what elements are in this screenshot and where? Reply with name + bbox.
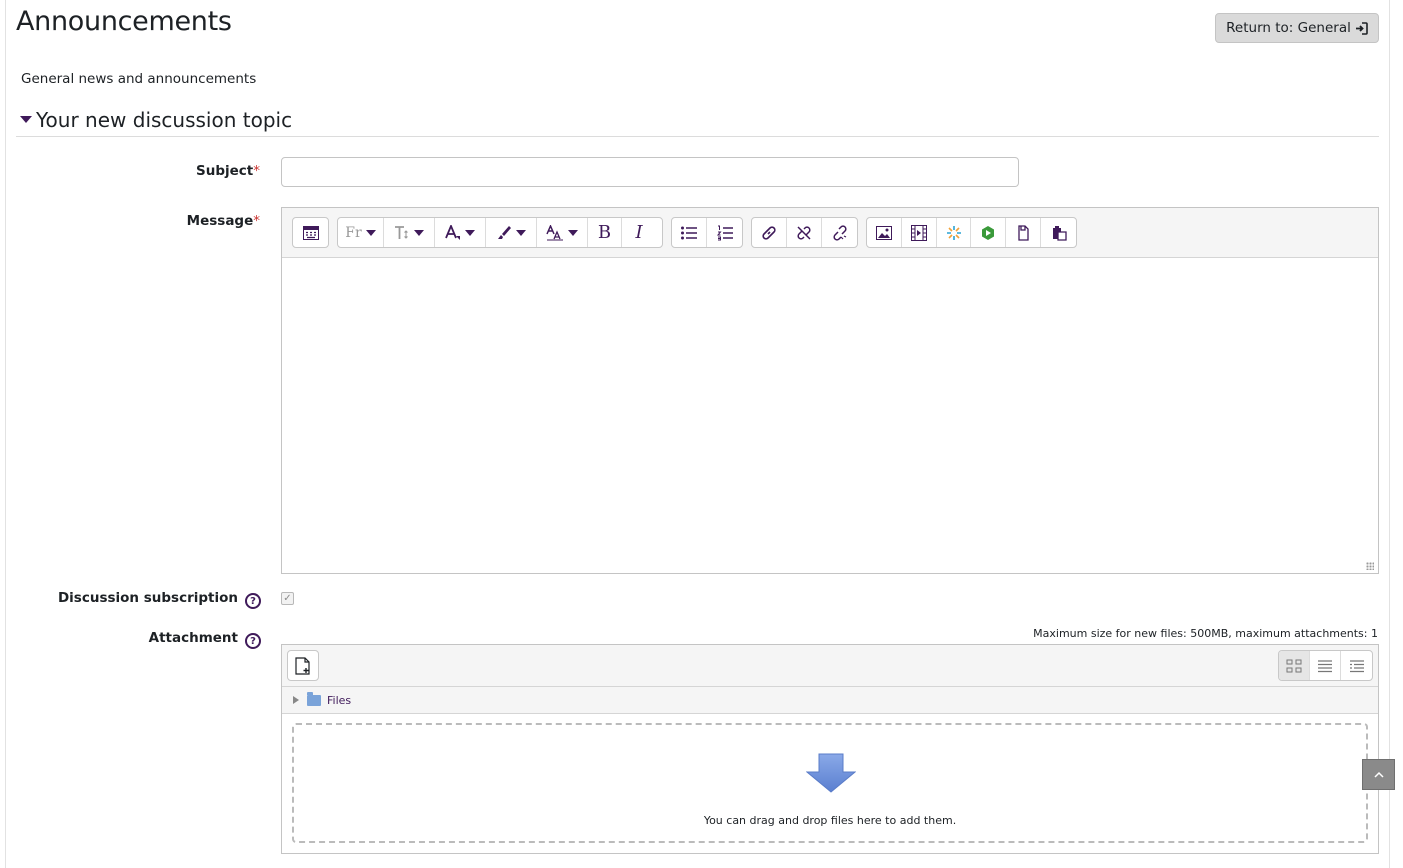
help-icon[interactable]: ? [245,633,261,649]
chevron-down-icon [465,229,475,236]
italic-button[interactable]: I [622,218,656,247]
subject-label: Subject* [160,163,260,179]
toolbar-group-links [751,217,858,248]
image-icon [875,225,892,240]
unlink-icon [797,225,811,240]
toolbar-group-collapse [292,217,329,248]
attachment-label: Attachment [148,630,238,646]
help-icon[interactable]: ? [245,593,261,609]
resize-handle[interactable] [1366,562,1374,570]
insert-image-button[interactable] [867,218,902,247]
file-manager-toolbar [282,645,1378,687]
copy-button[interactable] [1006,218,1042,247]
message-label-text: Message [186,213,254,229]
grid-icon [1286,659,1302,672]
insert-h5p-button[interactable] [937,218,972,247]
chevron-up-icon [1373,771,1384,778]
bold-icon: B [597,222,612,243]
film-icon [910,224,927,241]
expand-triangle-icon [293,696,299,704]
chevron-down-icon [516,229,526,236]
bullet-list-icon [681,226,697,239]
sign-in-icon [1355,21,1368,35]
view-tree-button[interactable] [1341,651,1372,680]
copy-icon [1018,224,1029,241]
message-editor[interactable]: Fr B I [281,207,1379,574]
caret-down-icon [20,116,32,123]
keyboard-icon [302,225,319,240]
toolbar-group-media [866,217,1077,248]
section-title: Your new discussion topic [36,107,293,132]
file-drop-zone[interactable]: You can drag and drop files here to add … [292,723,1368,843]
italic-icon: I [635,222,643,243]
required-marker: * [253,163,260,179]
subscription-checkbox[interactable]: ✓ [281,592,294,605]
subject-label-text: Subject [196,163,254,179]
chevron-down-icon [365,229,376,236]
add-file-button[interactable] [287,650,319,681]
editor-toolbar: Fr B I [282,208,1378,258]
list-icon [1318,659,1332,672]
subscription-label: Discussion subscription [57,590,238,606]
paste-button[interactable] [1041,218,1076,247]
font-family-icon: Fr [345,224,362,241]
view-mode-toggle [1278,650,1373,681]
link-button[interactable] [752,218,787,247]
numbered-list-icon [716,225,733,240]
section-header-toggle[interactable]: Your new discussion topic [16,103,1379,137]
arrow-down-icon [806,753,856,793]
drop-instructions: You can drag and drop files here to add … [703,814,957,827]
recordrtc-icon [982,225,995,240]
add-file-icon [295,656,310,675]
link-icon [762,225,776,240]
required-marker: * [253,213,260,229]
paragraph-style-icon [546,224,563,240]
insert-media-button[interactable] [902,218,937,247]
recordrtc-button[interactable] [971,218,1007,247]
paragraph-styles-dropdown[interactable] [537,218,588,247]
ordered-list-button[interactable] [707,218,742,247]
manage-files-button[interactable] [822,218,857,247]
bold-button[interactable]: B [588,218,622,247]
folder-label: Files [327,693,352,707]
tree-icon [1349,659,1364,672]
folder-icon [307,691,321,706]
file-path-bar[interactable]: Files [282,687,1378,714]
scroll-to-top-button[interactable] [1362,759,1395,790]
return-to-general-button[interactable]: Return to: General [1215,13,1379,43]
view-list-button[interactable] [1310,651,1341,680]
page-title: Announcements [16,6,232,37]
toolbar-group-lists [671,217,743,248]
sparkle-icon [946,225,961,240]
view-icons-button[interactable] [1279,651,1310,680]
toolbar-group-style: Fr B I [337,217,663,248]
font-family-dropdown[interactable]: Fr [338,218,384,247]
message-label: Message* [160,213,260,229]
subject-input[interactable] [281,157,1019,187]
show-more-buttons-button[interactable] [293,218,328,247]
font-color-icon [445,224,460,240]
font-size-dropdown[interactable] [384,218,435,247]
chain-broken-icon [832,224,847,241]
unordered-list-button[interactable] [672,218,707,247]
max-size-note: Maximum size for new files: 500MB, maxim… [1033,627,1378,640]
unlink-button[interactable] [787,218,822,247]
background-color-dropdown[interactable] [486,218,537,247]
chevron-down-icon [414,229,424,236]
font-color-dropdown[interactable] [435,218,486,247]
clipboard-icon [1052,225,1067,241]
forum-intro: General news and announcements [21,71,257,87]
highlighter-icon [498,225,511,239]
editor-content-area[interactable] [282,258,1378,573]
chevron-down-icon [568,229,578,236]
return-button-label: Return to: General [1226,20,1351,36]
font-size-icon [395,225,408,239]
file-manager: Files You can drag and drop files here t… [281,644,1379,854]
